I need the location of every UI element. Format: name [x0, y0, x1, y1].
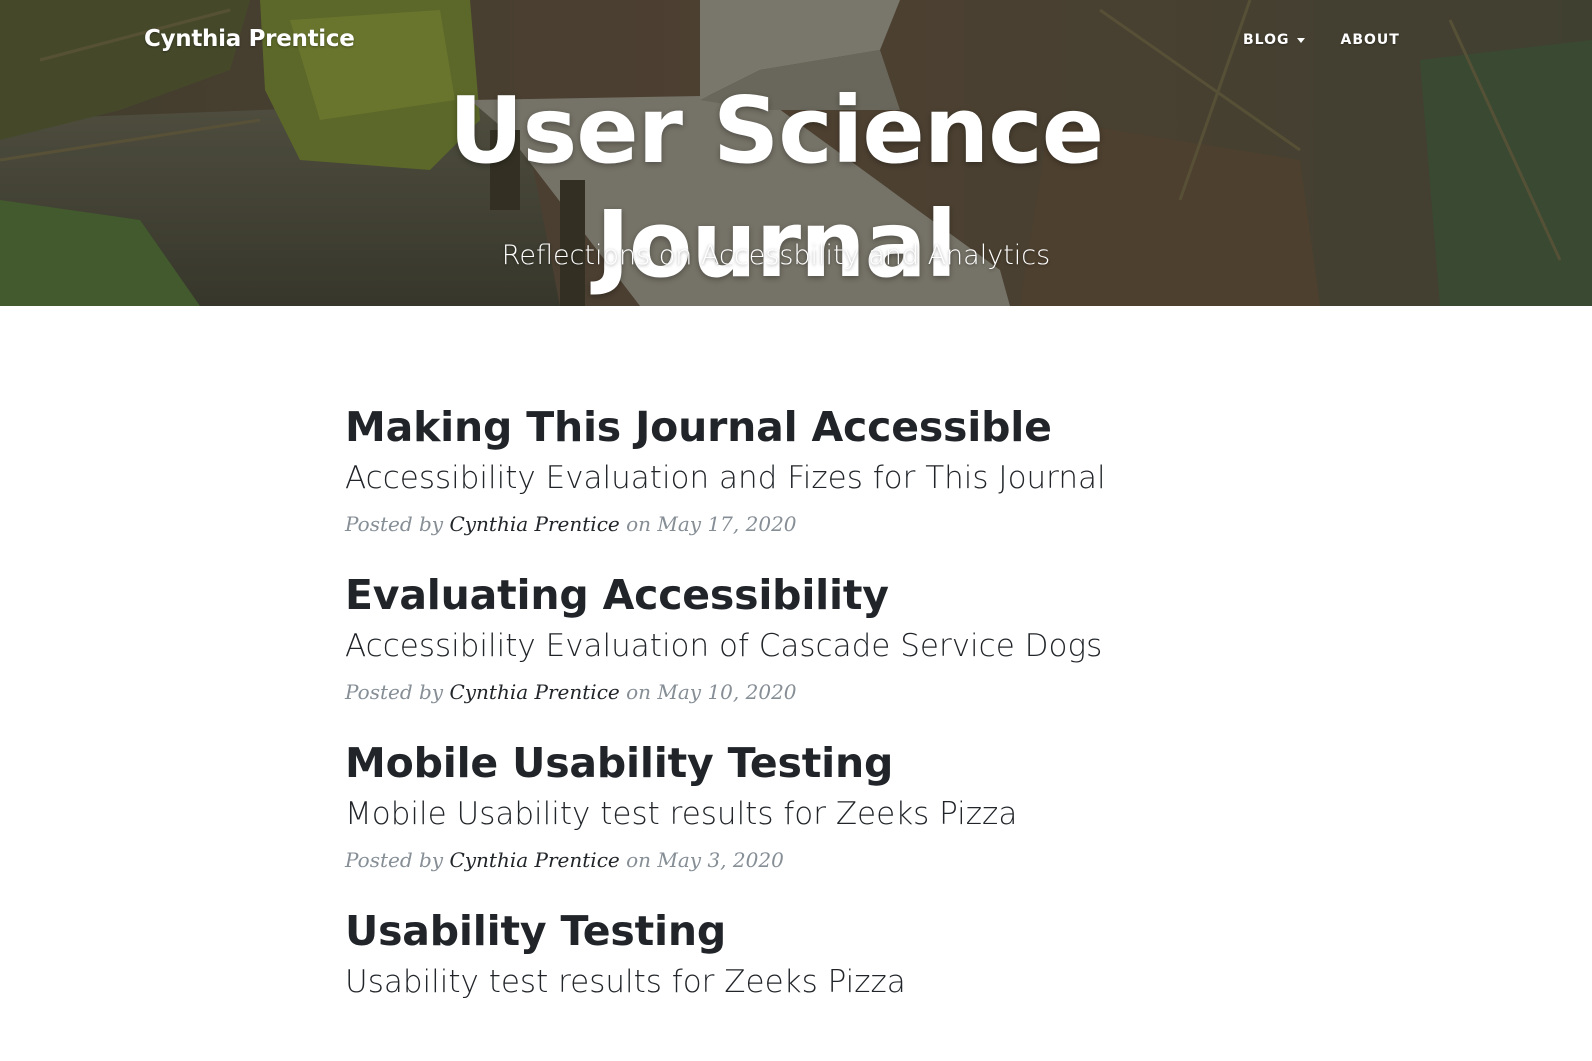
post-title: Evaluating Accessibility [345, 571, 889, 619]
post-date: May 3, 2020 [657, 848, 784, 872]
post-subtitle: Accessibility Evaluation and Fizes for T… [345, 460, 1106, 496]
nav-item-about[interactable]: ABOUT [1341, 32, 1400, 48]
nav-item-about-label: ABOUT [1340, 32, 1400, 48]
post-meta-on: on [626, 512, 652, 536]
post-meta-on: on [626, 680, 652, 704]
post-link[interactable]: Making This Journal Accessible Accessibi… [345, 400, 1245, 500]
brand-link[interactable]: Cynthia Prentice [144, 26, 355, 52]
post-preview: Making This Journal Accessible Accessibi… [345, 400, 1245, 538]
post-subtitle: Accessibility Evaluation of Cascade Serv… [345, 628, 1103, 664]
page: Cynthia Prentice BLOG ABOUT User Science… [0, 0, 1592, 1061]
post-link[interactable]: Usability Testing Usability test results… [345, 904, 1245, 1004]
post-meta-on: on [626, 848, 652, 872]
post-meta-prefix: Posted by [345, 848, 444, 872]
site-subtitle: Reflections on Accessbility and Analytic… [501, 240, 1051, 271]
post-preview: Mobile Usability Testing Mobile Usabilit… [345, 736, 1245, 874]
main-nav: BLOG ABOUT [1243, 32, 1400, 48]
post-list: Making This Journal Accessible Accessibi… [345, 400, 1245, 1004]
post-meta: Posted by Cynthia Prentice on May 10, 20… [345, 678, 1245, 706]
post-author-link[interactable]: Cynthia Prentice [449, 512, 619, 536]
post-meta-prefix: Posted by [345, 680, 444, 704]
caret-down-icon [1296, 37, 1305, 43]
nav-item-blog-label: BLOG [1243, 32, 1290, 48]
post-preview: Usability Testing Usability test results… [345, 904, 1245, 1004]
site-title-line1: User Science [448, 76, 1104, 184]
post-title: Mobile Usability Testing [345, 739, 894, 787]
post-preview: Evaluating Accessibility Accessibility E… [345, 568, 1245, 706]
post-meta-prefix: Posted by [345, 512, 444, 536]
post-link[interactable]: Evaluating Accessibility Accessibility E… [345, 568, 1245, 668]
post-title: Making This Journal Accessible [345, 403, 1052, 451]
nav-item-blog[interactable]: BLOG [1243, 32, 1305, 48]
post-date: May 10, 2020 [657, 680, 797, 704]
post-author-link[interactable]: Cynthia Prentice [449, 848, 619, 872]
post-title: Usability Testing [345, 907, 726, 955]
post-meta: Posted by Cynthia Prentice on May 3, 202… [345, 846, 1245, 874]
post-date: May 17, 2020 [657, 512, 797, 536]
post-author-link[interactable]: Cynthia Prentice [449, 680, 619, 704]
post-subtitle: Usability test results for Zeeks Pizza [345, 964, 906, 1000]
masthead: Cynthia Prentice BLOG ABOUT User Science… [0, 0, 1592, 306]
post-subtitle: Mobile Usability test results for Zeeks … [345, 796, 1018, 832]
post-link[interactable]: Mobile Usability Testing Mobile Usabilit… [345, 736, 1245, 836]
post-meta: Posted by Cynthia Prentice on May 17, 20… [345, 510, 1245, 538]
